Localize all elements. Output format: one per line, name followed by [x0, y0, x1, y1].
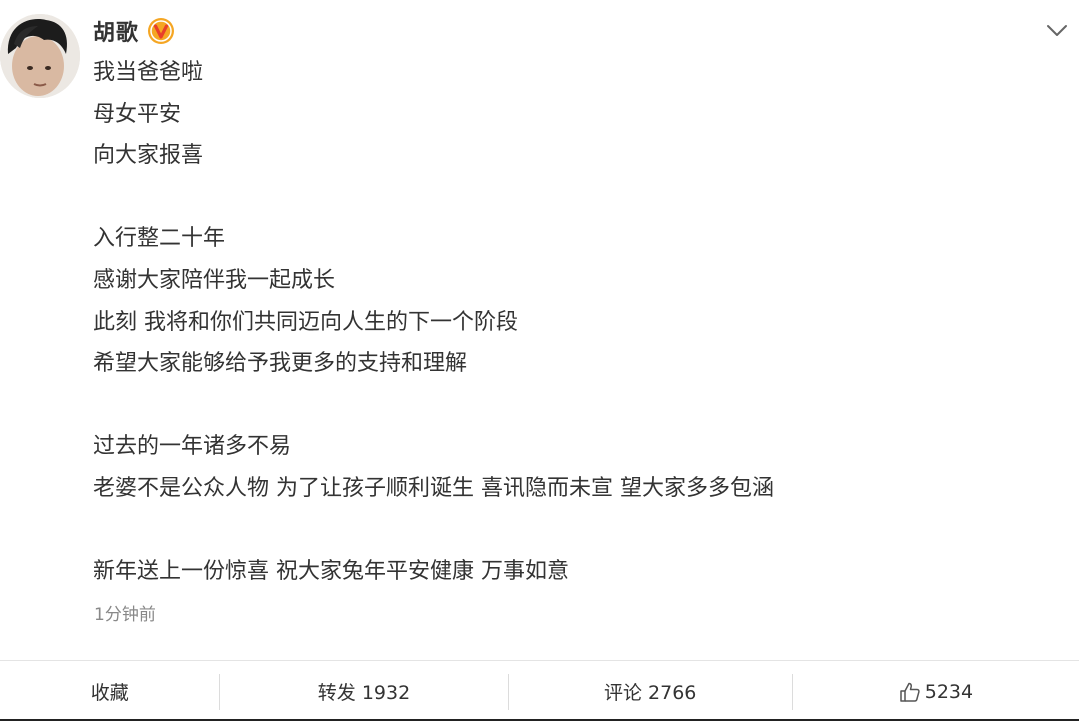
post-timestamp: 1分钟前 [94, 605, 156, 625]
comment-label: 评论 2766 [604, 682, 697, 704]
post-line: 此刻 我将和你们共同迈向人生的下一个阶段 [93, 309, 518, 335]
post-line: 我当爸爸啦 [93, 60, 204, 85]
post-line: 感谢大家陪伴我一起成长 [93, 267, 336, 293]
post-line: 向大家报喜 [93, 143, 204, 169]
post-line: 入行整二十年 [93, 226, 226, 252]
user-header: 胡歌 [93, 14, 175, 48]
username[interactable]: 胡歌 [93, 15, 139, 47]
verified-badge-icon [147, 17, 175, 45]
post-line-blank [93, 177, 1053, 219]
post-line: 新年送上一份惊喜 祝大家兔年平安健康 万事如意 [93, 559, 569, 585]
repost-button[interactable]: 转发 1932 [220, 661, 507, 721]
post-line: 过去的一年诸多不易 [93, 434, 292, 460]
avatar-image [0, 14, 80, 98]
post-line: 老婆不是公众人物 为了让孩子顺利诞生 喜讯隐而未宣 望大家多多包涵 [93, 475, 774, 501]
post-line: 母女平安 [93, 101, 182, 127]
post-line-blank [93, 510, 1053, 552]
favorite-button[interactable]: 收藏 [0, 661, 219, 721]
thumbs-up-icon [899, 681, 921, 703]
action-bar: 收藏 转发 1932 评论 2766 5234 [0, 660, 1079, 721]
like-count: 5234 [924, 680, 974, 703]
like-button[interactable]: 5234 [793, 661, 1079, 721]
favorite-label: 收藏 [90, 682, 129, 704]
chevron-down-icon[interactable] [1045, 18, 1069, 42]
weibo-post: 胡歌 我当爸爸啦 母女平安 向大家报喜 入行整二十年 感谢大家陪伴我一起成长 此… [0, 0, 1079, 721]
user-avatar[interactable] [0, 14, 80, 98]
comment-button[interactable]: 评论 2766 [509, 661, 792, 721]
post-line-blank [93, 385, 1053, 427]
post-content: 我当爸爸啦 母女平安 向大家报喜 入行整二十年 感谢大家陪伴我一起成长 此刻 我… [93, 52, 1053, 593]
post-line: 希望大家能够给予我更多的支持和理解 [93, 351, 468, 377]
repost-label: 转发 1932 [317, 682, 411, 704]
